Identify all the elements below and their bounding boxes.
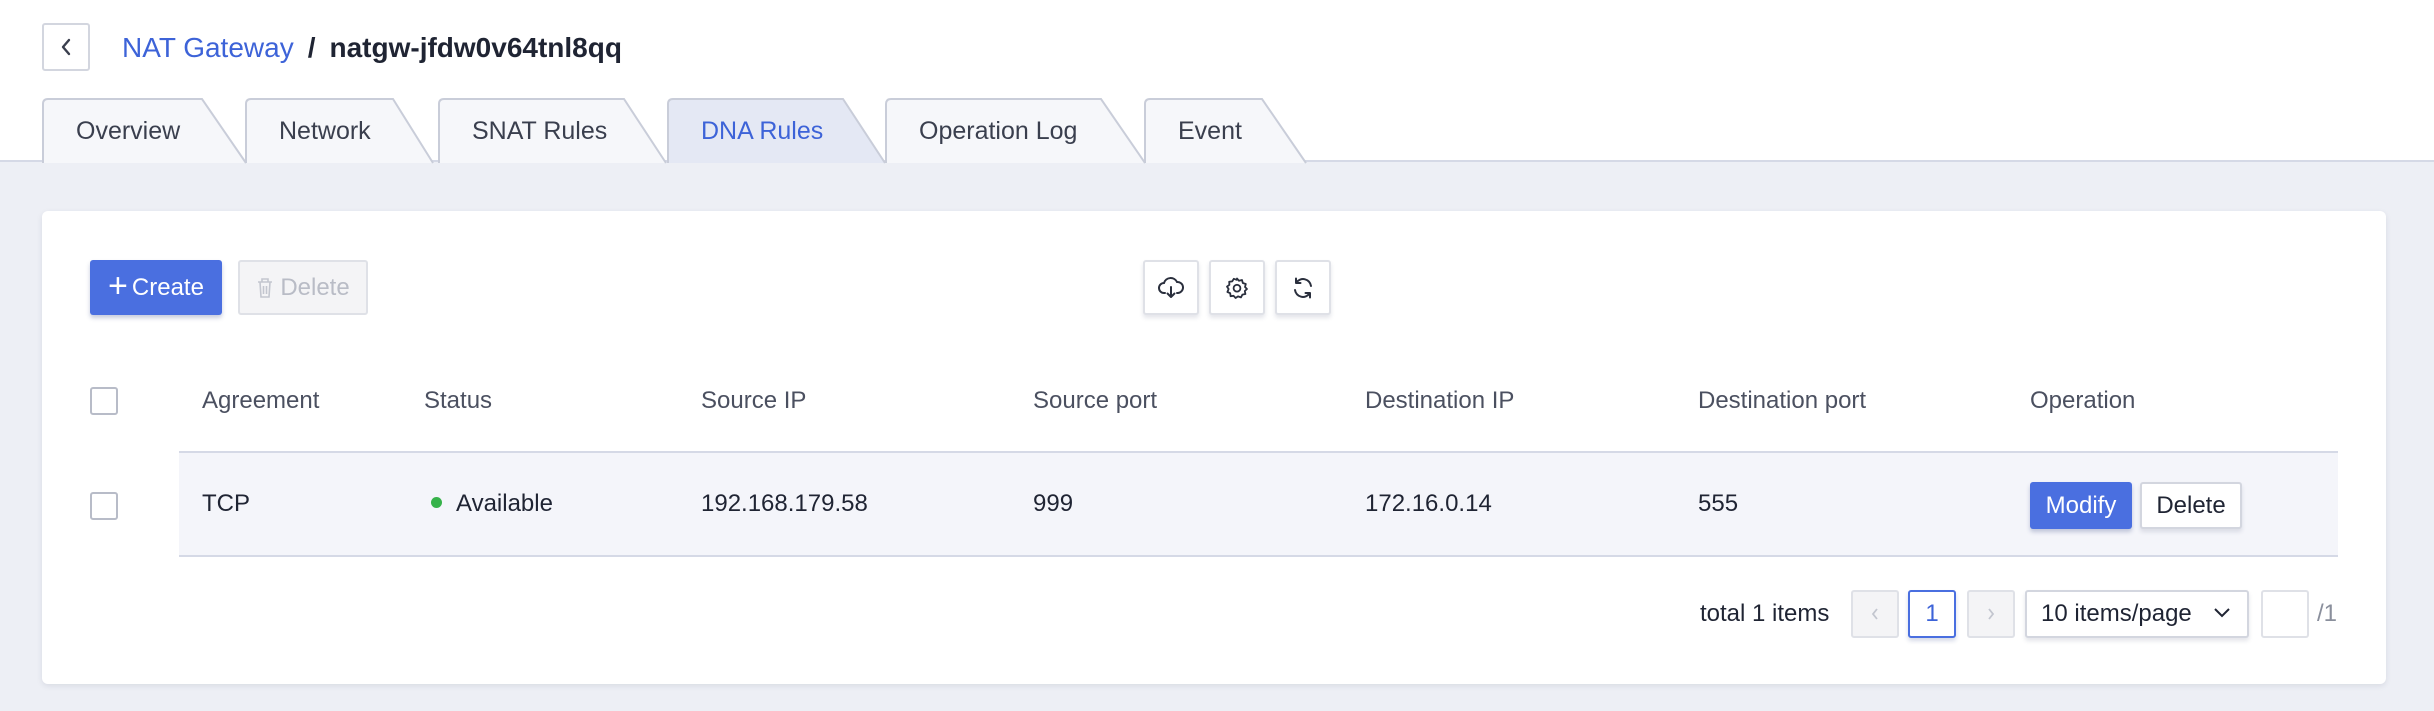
tab-label: Overview <box>76 117 181 145</box>
tab-label: Operation Log <box>919 117 1078 145</box>
plus-icon: + <box>108 267 128 305</box>
column-header-agreement: Agreement <box>202 387 320 414</box>
page-title: natgw-jfdw0v64tnl8qq <box>329 32 622 63</box>
breadcrumb: NAT Gateway / natgw-jfdw0v64tnl8qq <box>122 28 622 68</box>
page-jump-input[interactable] <box>2261 590 2309 638</box>
trash-icon <box>258 277 273 298</box>
modify-button[interactable]: Modify <box>2030 482 2132 529</box>
refresh-icon <box>1294 277 1312 298</box>
prev-page-button[interactable] <box>1851 590 1899 638</box>
refresh-button[interactable] <box>1275 260 1331 315</box>
tab-label: Event <box>1178 117 1242 145</box>
cell-destination-ip: 172.16.0.14 <box>1365 490 1492 517</box>
create-button[interactable]: + Create <box>90 260 222 315</box>
rules-card: + Create Delete Agreement Status Source … <box>42 211 2386 684</box>
page-number-button[interactable]: 1 <box>1908 590 1956 638</box>
tab-bar: Overview Network SNAT Rules DNA Rules Op… <box>0 98 2434 164</box>
cell-destination-port: 555 <box>1698 490 1739 517</box>
cell-source-ip: 192.168.179.58 <box>701 490 868 517</box>
download-button[interactable] <box>1143 260 1199 315</box>
cell-agreement: TCP <box>202 490 250 517</box>
cloud-download-icon <box>1158 276 1184 298</box>
gear-icon <box>1226 277 1248 299</box>
cell-source-port: 999 <box>1033 490 1074 517</box>
create-button-label: Create <box>131 273 204 301</box>
pagination: total 1 items 1 10 items/page /1 <box>42 590 2386 638</box>
cell-status: Available <box>431 453 553 555</box>
breadcrumb-nat-gateway-link[interactable]: NAT Gateway <box>122 32 294 64</box>
page-size-select[interactable]: 10 items/page <box>2025 590 2249 638</box>
tab-label: Network <box>279 117 371 145</box>
delete-button[interactable]: Delete <box>238 260 368 315</box>
column-header-destination-port: Destination port <box>1698 387 1867 414</box>
column-header-status: Status <box>424 387 493 414</box>
chevron-right-icon <box>1988 608 1995 620</box>
row-delete-button[interactable]: Delete <box>2140 482 2242 529</box>
cell-operation: Modify Delete <box>2030 453 2260 555</box>
select-all-checkbox[interactable] <box>90 387 118 415</box>
chevron-down-icon <box>2214 608 2230 618</box>
breadcrumb-separator: / <box>307 32 316 63</box>
next-page-button[interactable] <box>1967 590 2015 638</box>
chevron-left-icon <box>61 38 71 56</box>
page-size-value: 10 items/page <box>2041 600 2192 627</box>
delete-button-label: Delete <box>280 273 350 301</box>
pagination-total: total 1 items <box>1700 600 1830 627</box>
table-row: TCP Available 192.168.179.58 999 172.16.… <box>179 451 2338 557</box>
back-button[interactable] <box>42 23 90 71</box>
tab-label: SNAT Rules <box>472 117 608 145</box>
column-header-source-port: Source port <box>1033 387 1158 414</box>
column-header-source-ip: Source IP <box>701 387 807 414</box>
column-header-operation: Operation <box>2030 387 2136 414</box>
status-text: Available <box>456 490 553 517</box>
column-header-destination-ip: Destination IP <box>1365 387 1515 414</box>
total-pages: /1 <box>2317 600 2338 627</box>
settings-button[interactable] <box>1209 260 1265 315</box>
row-checkbox[interactable] <box>90 492 118 520</box>
chevron-left-icon <box>1871 608 1878 620</box>
header-bar: NAT Gateway / natgw-jfdw0v64tnl8qq Overv… <box>0 0 2434 164</box>
table-header: Agreement Status Source IP Source port D… <box>42 351 2386 451</box>
tab-label: DNA Rules <box>701 117 824 145</box>
status-dot-icon <box>431 497 442 509</box>
